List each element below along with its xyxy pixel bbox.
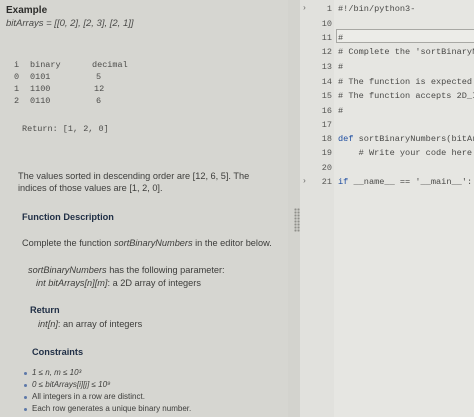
line-number: 18 [321,134,332,144]
line-number-row: 14 [300,77,332,87]
line-number-row: › 1 [300,4,332,14]
line-number: 12 [321,47,332,57]
line-number-row: 17 [300,120,332,130]
return-desc: : an array of integers [57,319,143,329]
table-cell: 2 [14,96,20,106]
param-desc: : a 2D array of integers [107,278,201,288]
function-name: sortBinaryNumbers [113,238,193,248]
table-header-cell: decimal [92,60,128,70]
line-number: 20 [321,163,332,173]
constraint-text: 0 ≤ bitArrays[i][j] ≤ 10⁹ [32,380,111,389]
code-line[interactable]: # Complete the 'sortBinaryNumbers' [338,47,474,57]
function-description-title: Function Description [22,212,114,222]
list-item: 0 ≤ bitArrays[i][j] ≤ 10⁹ [24,380,191,392]
code-line[interactable]: # Write your code here [338,148,472,158]
code-line[interactable]: # The function accepts 2D_INT [338,91,474,101]
constraint-text: 1 ≤ n, m ≤ 10³ [32,368,82,377]
bullet-icon [24,408,27,411]
constraint-text: All integers in a row are distinct. [32,392,145,401]
table-header-cell: binary [30,60,61,70]
constraint-text: Each row generates a unique binary numbe… [32,404,192,413]
line-number: 19 [321,148,332,158]
code-line[interactable]: def sortBinaryNumbers(bitArrays): [338,134,474,144]
line-number-row: 13 [300,62,332,72]
function-description-prefix: Complete the function [22,238,114,248]
list-item: Each row generates a unique binary numbe… [24,404,192,416]
line-number-row: 11 [300,33,332,43]
table-cell: 12 [94,84,105,94]
app: Example bitArrays = [[0, 2], [2, 3], [2,… [0,0,474,417]
return-line: int[n]: an array of integers [38,319,142,329]
function-description-text: Complete the function sortBinaryNumbers … [22,238,272,248]
table-cell: 5 [96,72,102,82]
code-line[interactable]: # [338,62,343,72]
fold-toggle-icon[interactable]: › [302,4,307,13]
code-line[interactable]: #!/bin/python3- [338,4,415,14]
line-number: 14 [321,77,332,87]
return-title: Return [30,305,60,315]
params-function-name: sortBinaryNumbers [28,265,107,275]
line-number-row: › 21 [300,177,332,187]
line-number-row: 19 [300,148,332,158]
line-number-row: 18 [300,134,332,144]
line-number: 1 [326,4,332,14]
list-item: All integers in a row are distinct. [24,392,191,404]
table-cell: 1 [14,84,20,94]
line-number-row: 16 [300,106,332,116]
line-number: 15 [321,91,332,101]
line-number-row: 15 [300,91,332,101]
param-type: int bitArrays[n][m] [36,278,108,288]
function-description-suffix: in the editor below. [192,238,272,248]
example-input: bitArrays = [[0, 2], [2, 3], [2, 1]] [6,18,134,29]
active-line-highlight[interactable] [336,29,474,43]
return-type: int[n] [38,319,58,329]
parameter-line: int bitArrays[n][m]: a 2D array of integ… [36,278,201,288]
example-explanation: The values sorted in descending order ar… [18,171,250,193]
code-editor[interactable]: › 1 #!/bin/python3- 10 11 # 12 # Complete… [300,0,474,417]
parameters-intro: sortBinaryNumbers has the following para… [28,265,225,275]
table-cell: 6 [96,96,102,106]
params-suffix: has the following parameter: [106,265,225,275]
code-text: sortBinaryNumbers(bitArrays): [358,134,474,144]
code-keyword: if [338,177,349,187]
bullet-icon [24,384,27,387]
table-header-cell: i [14,60,20,70]
code-keyword: def [338,134,354,144]
bullet-icon [24,396,27,399]
line-number: 17 [321,120,332,130]
table-cell: 1100 [30,84,51,94]
constraints-title: Constraints [32,347,84,357]
example-return: Return: [1, 2, 0] [22,124,109,134]
line-number: 10 [321,19,332,29]
code-text: __name__ == '__main__': [348,177,473,187]
problem-pane: Example bitArrays = [[0, 2], [2, 3], [2,… [0,0,288,417]
line-number: 13 [321,62,332,72]
code-line[interactable]: # [338,106,343,116]
example-title: Example [6,5,48,16]
line-number-row: 10 [300,19,332,29]
table-cell: 0101 [30,72,51,82]
table-cell: 0110 [30,96,51,106]
code-line[interactable]: # [338,33,343,43]
line-number-row: 20 [300,163,332,173]
code-line[interactable]: if __name__ == '__main__': [338,177,472,187]
code-line[interactable]: # The function is expected to [338,77,474,87]
line-number: 16 [321,106,332,116]
list-item: 1 ≤ n, m ≤ 10³ [24,368,191,380]
constraints-list: 1 ≤ n, m ≤ 10³ 0 ≤ bitArrays[i][j] ≤ 10⁹… [24,368,192,416]
line-number: 21 [321,177,332,187]
bullet-icon [24,372,27,375]
fold-toggle-icon[interactable]: › [302,177,307,186]
line-number: 11 [321,33,332,43]
line-number-row: 12 [300,47,332,57]
table-cell: 0 [14,72,20,82]
